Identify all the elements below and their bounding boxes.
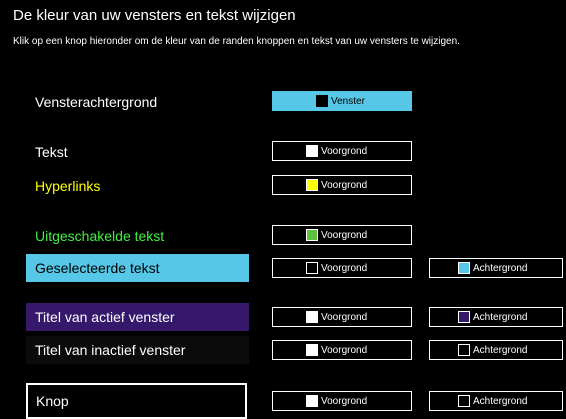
active-title-foreground-label: Voorgrond — [321, 311, 368, 323]
hyperlink-color-swatch — [306, 179, 318, 191]
label-button: Knop — [26, 383, 247, 419]
inactive-title-background-button[interactable]: Achtergrond — [429, 340, 563, 360]
active-title-bg-swatch — [458, 311, 470, 323]
hyperlinks-foreground-label: Voorgrond — [321, 179, 368, 191]
label-hyperlinks: Hyperlinks — [35, 178, 101, 194]
window-background-button-label: Venster — [331, 95, 365, 107]
active-title-fg-swatch — [306, 311, 318, 323]
selected-text-background-button[interactable]: Achtergrond — [429, 258, 563, 278]
label-text: Tekst — [35, 144, 68, 160]
button-fg-swatch — [306, 395, 318, 407]
label-inactive-title: Titel van inactief venster — [26, 336, 249, 364]
window-background-swatch — [316, 95, 328, 107]
hyperlinks-foreground-button[interactable]: Voorgrond — [272, 175, 412, 195]
label-disabled-text: Uitgeschakelde tekst — [35, 228, 165, 244]
selected-text-bg-swatch — [458, 262, 470, 274]
button-background-label: Achtergrond — [473, 395, 528, 407]
active-title-background-button[interactable]: Achtergrond — [429, 307, 563, 327]
text-foreground-label: Voorgrond — [321, 145, 368, 157]
inactive-title-background-label: Achtergrond — [473, 344, 528, 356]
inactive-title-bg-swatch — [458, 344, 470, 356]
active-title-background-label: Achtergrond — [473, 311, 528, 323]
selected-text-label: Geselecteerde tekst — [35, 260, 160, 276]
disabled-text-foreground-label: Voorgrond — [321, 229, 368, 241]
disabled-text-foreground-button[interactable]: Voorgrond — [272, 225, 412, 245]
inactive-title-label: Titel van inactief venster — [35, 342, 186, 358]
label-selected-text: Geselecteerde tekst — [26, 254, 249, 282]
button-foreground-button[interactable]: Voorgrond — [272, 391, 412, 411]
button-foreground-label: Voorgrond — [321, 395, 368, 407]
selected-text-foreground-button[interactable]: Voorgrond — [272, 258, 412, 278]
button-bg-swatch — [458, 395, 470, 407]
label-active-title: Titel van actief venster — [26, 303, 249, 331]
disabled-text-color-swatch — [306, 229, 318, 241]
button-background-button[interactable]: Achtergrond — [429, 391, 563, 411]
page-title: De kleur van uw vensters en tekst wijzig… — [13, 7, 296, 24]
page-description: Klik op een knop hieronder om de kleur v… — [13, 36, 460, 47]
label-window-background: Vensterachtergrond — [35, 94, 158, 110]
inactive-title-foreground-button[interactable]: Voorgrond — [272, 340, 412, 360]
inactive-title-foreground-label: Voorgrond — [321, 344, 368, 356]
selected-text-background-label: Achtergrond — [473, 262, 528, 274]
inactive-title-fg-swatch — [306, 344, 318, 356]
button-row-label: Knop — [36, 393, 69, 409]
window-background-color-button[interactable]: Venster — [272, 91, 412, 111]
text-color-swatch — [306, 145, 318, 157]
selected-text-foreground-label: Voorgrond — [321, 262, 368, 274]
text-foreground-button[interactable]: Voorgrond — [272, 141, 412, 161]
active-title-label: Titel van actief venster — [35, 309, 175, 325]
active-title-foreground-button[interactable]: Voorgrond — [272, 307, 412, 327]
selected-text-fg-swatch — [306, 262, 318, 274]
